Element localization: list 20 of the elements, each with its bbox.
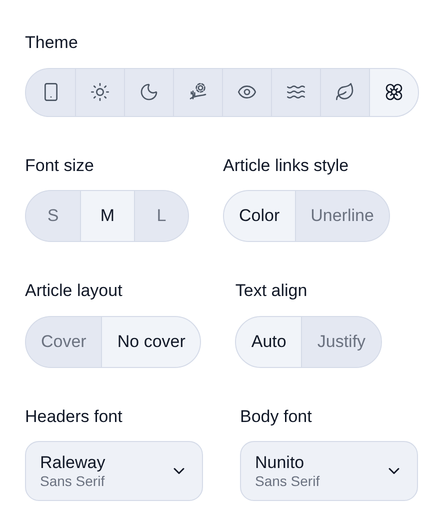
segment-option[interactable]: Unerline (294, 191, 389, 241)
section-label: Article links style (223, 154, 350, 176)
section-label: Body font (240, 406, 313, 428)
segment-option[interactable]: Justify (301, 316, 381, 366)
section-label: Article layout (25, 280, 124, 302)
segment-option[interactable]: M (80, 191, 134, 241)
font-category: Sans Serif (255, 472, 320, 490)
font-name: Nunito (255, 452, 304, 473)
section-label: Theme (25, 32, 79, 54)
font-dropdown[interactable]: Raleway Sans Serif (25, 441, 203, 501)
font-name: Raleway (40, 452, 106, 473)
section-label: Headers font (25, 406, 124, 428)
segment-option[interactable]: No cover (101, 316, 200, 366)
font-category: Sans Serif (40, 472, 105, 490)
section-label: Font size (25, 154, 95, 176)
segment-option[interactable]: Color (224, 191, 295, 241)
section-label: Text align (235, 280, 308, 302)
font-dropdown[interactable]: Nunito Sans Serif (240, 441, 418, 501)
segment-option[interactable]: Auto (236, 316, 302, 366)
segment-option[interactable]: L (134, 191, 188, 241)
